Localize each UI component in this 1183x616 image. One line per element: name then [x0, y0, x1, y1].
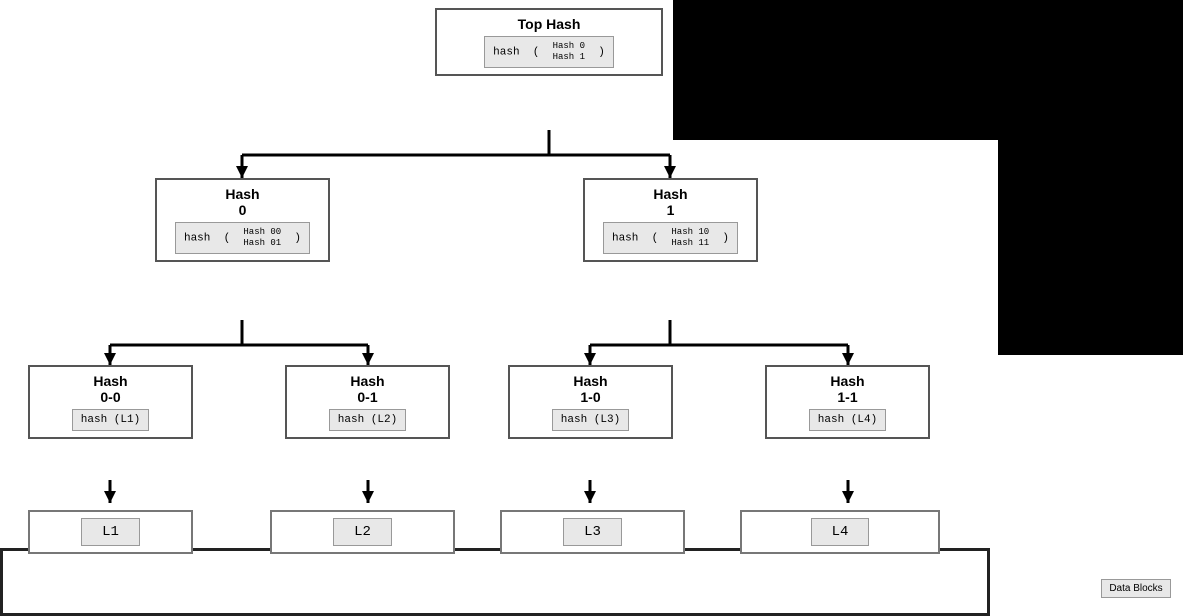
data-blocks-label: Data Blocks	[1101, 579, 1171, 598]
hash00-node: Hash0-0 hash (L1)	[28, 365, 193, 439]
h1-formula-h10: Hash 10	[671, 227, 709, 238]
hash01-formula: hash (L2)	[329, 409, 406, 431]
top-formula-h1: Hash 1	[553, 52, 585, 63]
leaf-l2-label: L2	[333, 518, 392, 546]
leaf-l1: L1	[28, 510, 193, 554]
leaf-l3-label: L3	[563, 518, 622, 546]
leaf-l1-label: L1	[81, 518, 140, 546]
hash0-node: Hash0 hash ( Hash 00 Hash 01 )	[155, 178, 330, 262]
leaf-l2: L2	[270, 510, 455, 554]
hash0-title: Hash0	[165, 186, 320, 218]
hash10-node: Hash1-0 hash (L3)	[508, 365, 673, 439]
hash00-title: Hash0-0	[38, 373, 183, 405]
hash11-formula: hash (L4)	[809, 409, 886, 431]
hash01-title: Hash0-1	[295, 373, 440, 405]
hash10-formula: hash (L3)	[552, 409, 629, 431]
leaf-l4-label: L4	[811, 518, 870, 546]
h1-formula-h11: Hash 11	[671, 238, 709, 249]
leaf-l4: L4	[740, 510, 940, 554]
black-rect-top-right	[673, 0, 1183, 140]
hash0-formula: hash ( Hash 00 Hash 01 )	[175, 222, 310, 254]
h0-formula-h00: Hash 00	[243, 227, 281, 238]
top-formula-h0: Hash 0	[553, 41, 585, 52]
hash11-node: Hash1-1 hash (L4)	[765, 365, 930, 439]
black-rect-mid-right	[998, 140, 1183, 355]
hash1-title: Hash1	[593, 186, 748, 218]
top-hash-formula: hash ( Hash 0 Hash 1 )	[484, 36, 614, 68]
hash1-node: Hash1 hash ( Hash 10 Hash 11 )	[583, 178, 758, 262]
top-hash-title: Top Hash	[445, 16, 653, 32]
hash1-formula: hash ( Hash 10 Hash 11 )	[603, 222, 738, 254]
data-blocks-bar	[0, 548, 990, 616]
hash01-node: Hash0-1 hash (L2)	[285, 365, 450, 439]
leaf-l3: L3	[500, 510, 685, 554]
top-hash-node: Top Hash hash ( Hash 0 Hash 1 )	[435, 8, 663, 76]
diagram-area: Top Hash hash ( Hash 0 Hash 1 ) Hash0 ha…	[0, 0, 1183, 616]
hash11-title: Hash1-1	[775, 373, 920, 405]
hash10-title: Hash1-0	[518, 373, 663, 405]
h0-formula-h01: Hash 01	[243, 238, 281, 249]
hash00-formula: hash (L1)	[72, 409, 149, 431]
